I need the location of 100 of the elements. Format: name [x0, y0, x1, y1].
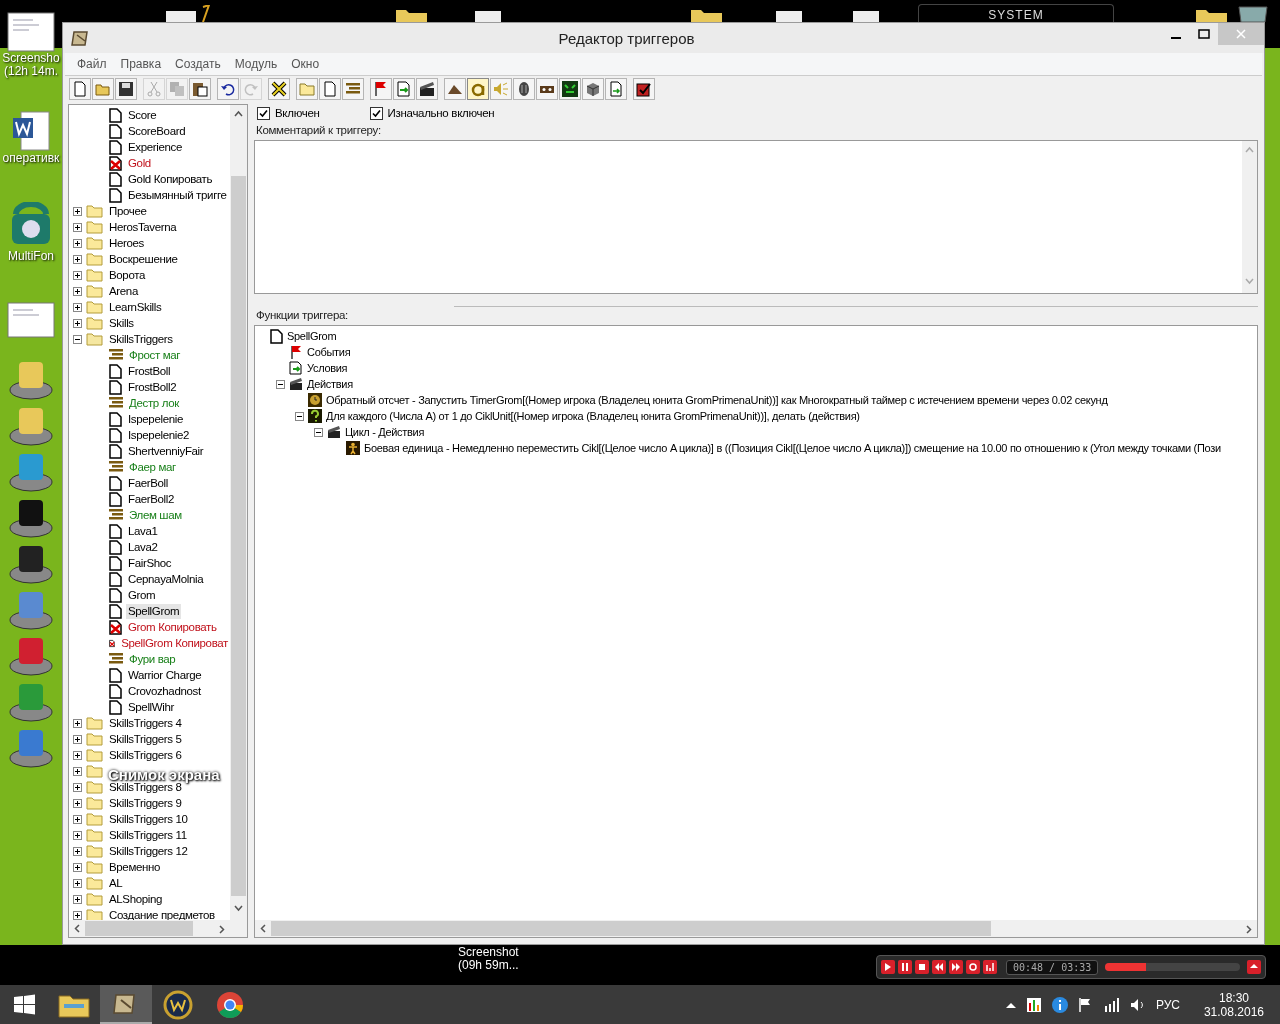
- function-line[interactable]: Обратный отсчет - Запустить TimerGrom[(Номер игрока (Владелец юнита GromPrimenaUnit))] как Многократный таймер с истечением времени через 0.02 секунд: [326, 392, 1108, 408]
- tree-item[interactable]: Gold: [126, 155, 153, 171]
- scroll-left-icon[interactable]: [73, 924, 81, 933]
- folder-label[interactable]: SkillsTriggers 12: [107, 843, 190, 859]
- player-button[interactable]: [966, 960, 980, 974]
- expand-icon[interactable]: [73, 286, 82, 296]
- expand-icon[interactable]: [73, 814, 82, 824]
- tree-item[interactable]: SpellWihr: [126, 699, 177, 715]
- tree-item[interactable]: Фури вар: [127, 651, 178, 667]
- expand-icon[interactable]: [73, 878, 82, 888]
- scroll-right-icon[interactable]: [1245, 924, 1253, 934]
- scrollbar-thumb[interactable]: [271, 921, 991, 936]
- player-button[interactable]: [881, 960, 895, 974]
- document-icon[interactable]: [11, 110, 51, 152]
- tree-item[interactable]: Фаер маг: [127, 459, 178, 475]
- folder-label[interactable]: SkillsTriggers 6: [107, 747, 184, 763]
- toolbar-button[interactable]: [189, 78, 211, 100]
- collapse-icon[interactable]: [276, 379, 285, 389]
- tree-item[interactable]: Ispepelenie2: [126, 427, 192, 443]
- toolbar-button[interactable]: [444, 78, 466, 100]
- tree-item[interactable]: ScoreBoard: [126, 123, 188, 139]
- tree-item[interactable]: Grom: [126, 587, 158, 603]
- tree-item[interactable]: Lava1: [126, 523, 160, 539]
- player-button[interactable]: [898, 960, 912, 974]
- expand-icon[interactable]: [73, 798, 82, 808]
- scroll-left-icon[interactable]: [259, 924, 267, 933]
- toolbar-button[interactable]: [416, 78, 438, 100]
- tree-item[interactable]: SpellGrom Копироват: [119, 635, 230, 651]
- language-indicator[interactable]: РУС: [1155, 997, 1180, 1012]
- function-line[interactable]: Цикл - Действия: [345, 424, 425, 440]
- scroll-down-icon[interactable]: [234, 903, 243, 912]
- tree-item[interactable]: SpellGrom: [126, 603, 182, 619]
- scrollbar-thumb[interactable]: [231, 176, 246, 896]
- tree-item[interactable]: Warrior Charge: [126, 667, 204, 683]
- tree-item[interactable]: CepnayaMolnia: [126, 571, 206, 587]
- tree-item[interactable]: Элем шам: [127, 507, 184, 523]
- player-button[interactable]: [915, 960, 929, 974]
- tree-item[interactable]: Grom Копировать: [126, 619, 219, 635]
- player-button[interactable]: [983, 960, 997, 974]
- tree-item[interactable]: Фрост маг: [127, 347, 183, 363]
- notepad-icon[interactable]: [474, 10, 504, 22]
- tree-item[interactable]: FaerBoll: [126, 475, 171, 491]
- function-line[interactable]: SpellGrom: [287, 328, 337, 344]
- horizontal-scrollbar[interactable]: [255, 920, 1257, 937]
- folder-label[interactable]: LearnSkills: [107, 299, 164, 315]
- screenshot-thumbnail-icon[interactable]: [7, 12, 55, 52]
- function-line[interactable]: События: [307, 344, 351, 360]
- expand-icon[interactable]: [73, 766, 82, 776]
- tree-item[interactable]: FairShoc: [126, 555, 174, 571]
- scroll-right-icon[interactable]: [218, 924, 226, 934]
- expand-icon[interactable]: [73, 254, 82, 264]
- expand-icon[interactable]: [73, 302, 82, 312]
- checkbox[interactable]: Изначально включен: [369, 106, 495, 120]
- tree-item[interactable]: Lava2: [126, 539, 160, 555]
- tree-item[interactable]: Дестр лок: [127, 395, 181, 411]
- toolbar-button[interactable]: [268, 78, 290, 100]
- tree-item[interactable]: ShertvenniyFair: [126, 443, 206, 459]
- screenshot-thumbnail-icon[interactable]: [7, 302, 55, 338]
- toolbar-button[interactable]: [582, 78, 604, 100]
- menu-item[interactable]: Создать: [175, 57, 221, 71]
- expand-icon[interactable]: [73, 206, 82, 216]
- tree-item[interactable]: Ispepelenie: [126, 411, 185, 427]
- folder-label[interactable]: Создание предметов: [107, 907, 217, 920]
- bar-chart-icon[interactable]: [1025, 996, 1042, 1013]
- expand-icon[interactable]: [73, 318, 82, 328]
- folder-label[interactable]: Воскрешение: [107, 251, 180, 267]
- expand-icon[interactable]: [73, 846, 82, 856]
- folder-label[interactable]: SkillsTriggers 5: [107, 731, 184, 747]
- scrollbar-thumb[interactable]: [85, 921, 193, 936]
- folder-label[interactable]: Временно: [107, 859, 163, 875]
- toolbar-button[interactable]: [115, 78, 137, 100]
- expand-icon[interactable]: [73, 270, 82, 280]
- tree-item[interactable]: FaerBoll2: [126, 491, 177, 507]
- expand-icon[interactable]: [73, 830, 82, 840]
- expand-icon[interactable]: [73, 782, 82, 792]
- expand-icon[interactable]: [73, 750, 82, 760]
- scroll-up-icon[interactable]: [234, 109, 243, 118]
- menu-item[interactable]: Окно: [291, 57, 320, 71]
- collapse-icon[interactable]: [73, 334, 82, 344]
- toolbar-button[interactable]: [217, 78, 239, 100]
- clock-time[interactable]: 18:30: [1218, 990, 1249, 1005]
- folder-label[interactable]: Прочее: [107, 203, 149, 219]
- folder-label[interactable]: Arena: [107, 283, 140, 299]
- folder-label[interactable]: SkillsTriggers 10: [107, 811, 190, 827]
- taskbar-button[interactable]: [100, 985, 152, 1024]
- notepad-icon[interactable]: [775, 10, 805, 22]
- toolbar-button[interactable]: [513, 78, 535, 100]
- folder-label[interactable]: ALShoping: [107, 891, 165, 907]
- notepad-icon[interactable]: [852, 10, 882, 22]
- menu-item[interactable]: Файл: [77, 57, 107, 71]
- horizontal-scrollbar[interactable]: [69, 920, 230, 937]
- menu-item[interactable]: Правка: [120, 57, 162, 71]
- function-line[interactable]: Для каждого (Числа A) от 1 до CiklUnit[(Номер игрока (Владелец юнита GromPrimenaUnit))], делать (действия): [326, 408, 860, 424]
- clock-date[interactable]: 31.08.2016: [1203, 1004, 1264, 1019]
- function-line[interactable]: Условия: [307, 360, 348, 376]
- toolbar-button[interactable]: [559, 78, 581, 100]
- expand-icon[interactable]: [73, 862, 82, 872]
- notepad-icon[interactable]: [165, 5, 211, 22]
- vertical-scrollbar[interactable]: [230, 105, 247, 920]
- folder-label[interactable]: SkillsTriggers 4: [107, 715, 184, 731]
